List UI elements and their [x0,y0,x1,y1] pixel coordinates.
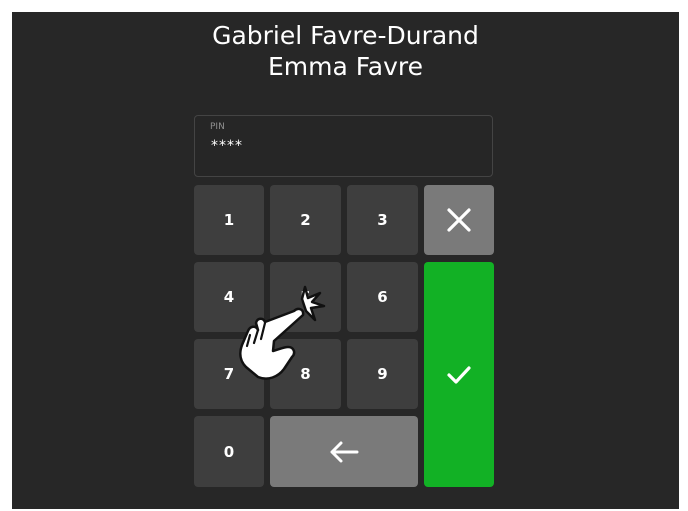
backspace-button[interactable] [270,416,418,487]
close-icon [447,208,471,232]
tap-hand-icon [239,285,326,380]
key-3[interactable]: 3 [347,185,418,255]
key-0[interactable]: 0 [194,416,264,487]
pin-input[interactable]: PIN **** [194,115,493,177]
pin-label: PIN [210,122,225,132]
key-9[interactable]: 9 [347,339,418,409]
confirm-button[interactable] [424,262,494,487]
key-2[interactable]: 2 [270,185,341,255]
key-6[interactable]: 6 [347,262,418,332]
check-icon [447,365,471,384]
arrow-left-icon [330,441,359,462]
pin-value: **** [211,138,243,154]
clear-button[interactable] [424,185,494,255]
user-name-primary: Gabriel Favre-Durand [212,21,479,50]
key-1[interactable]: 1 [194,185,264,255]
pin-login-screen: Gabriel Favre-Durand Emma Favre PIN ****… [12,12,679,509]
user-name-secondary: Emma Favre [267,52,424,81]
